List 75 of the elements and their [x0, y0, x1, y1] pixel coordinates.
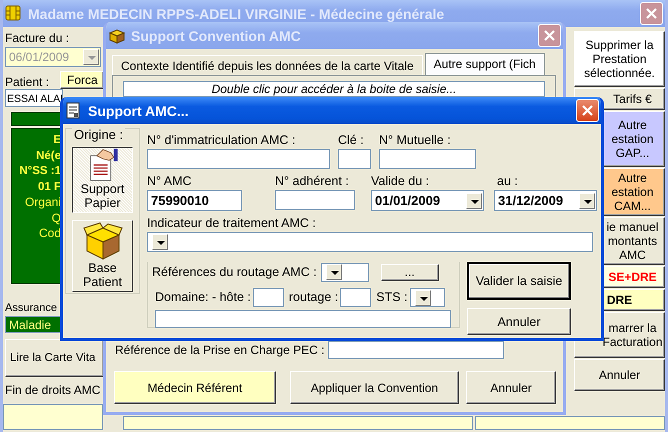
- card-text: Q: [50, 210, 61, 226]
- input-field[interactable]: [328, 341, 504, 359]
- action-button[interactable]: Supprimer la Prestation sélectionnée.: [574, 31, 665, 87]
- input-field[interactable]: [275, 190, 355, 210]
- force-button[interactable]: Forca: [60, 71, 104, 89]
- window-title: Support AMC...: [88, 102, 190, 118]
- input-field[interactable]: [252, 288, 284, 307]
- card-text: Cod: [38, 226, 61, 242]
- dropdown-button[interactable]: [579, 192, 595, 208]
- input-field[interactable]: [147, 149, 330, 169]
- origin-button[interactable]: Support Papier: [72, 147, 133, 213]
- dropdown-button[interactable]: [466, 192, 482, 208]
- field-label: N° AMC: [147, 174, 193, 190]
- input-field[interactable]: 75990010: [147, 190, 242, 211]
- card-text: N°SS :1: [18, 164, 61, 179]
- chip-icon: [5, 5, 23, 22]
- input-field[interactable]: [155, 310, 451, 328]
- close-button[interactable]: [576, 99, 599, 122]
- dropdown-field[interactable]: [320, 262, 369, 282]
- card-text: Né(e: [35, 148, 61, 164]
- field-label: Facture du :: [5, 31, 70, 45]
- field-label: au :: [496, 174, 519, 190]
- input-field[interactable]: [3, 404, 103, 430]
- field-label: N° adhérent :: [275, 174, 350, 190]
- dialog-button[interactable]: Appliquer la Convention: [290, 371, 460, 404]
- date-dropdown[interactable]: 31/12/2009: [494, 190, 597, 211]
- field-label: Fin de droits AMC: [5, 383, 100, 397]
- field-label: Référence de la Prise en Charge PEC :: [115, 343, 324, 357]
- close-icon: [582, 105, 593, 116]
- dialog-button[interactable]: Médecin Référent: [114, 371, 276, 404]
- dialog-button[interactable]: Annuler: [466, 371, 556, 404]
- card-text: Organi: [24, 195, 61, 210]
- patient-field[interactable]: ESSAI ALAI: [5, 89, 63, 107]
- dialog-button[interactable]: Valider la saisie: [467, 262, 571, 300]
- tab[interactable]: Autre support (Fich: [424, 53, 545, 75]
- field-label: Domaine: - hôte :: [155, 290, 251, 306]
- field-label: STS :: [376, 290, 408, 306]
- dropdown-button[interactable]: [414, 290, 430, 306]
- action-button[interactable]: Annuler: [574, 359, 665, 391]
- input-field[interactable]: [123, 416, 473, 430]
- box-icon: [82, 221, 122, 261]
- field-label: Valide du :: [371, 174, 430, 190]
- field-label: routage :: [288, 290, 338, 306]
- date-dropdown[interactable]: 01/01/2009: [371, 190, 484, 211]
- dialog-button[interactable]: Annuler: [467, 308, 571, 335]
- card-text: E: [52, 133, 61, 148]
- dropdown-field[interactable]: [147, 232, 593, 252]
- input-field[interactable]: [379, 149, 476, 169]
- window-title: Support Convention AMC: [131, 28, 302, 44]
- field-label: Patient :: [5, 75, 50, 89]
- input-field[interactable]: [340, 288, 372, 307]
- close-button[interactable]: [538, 24, 561, 47]
- field-label: N° d'immatriculation AMC :: [147, 133, 296, 149]
- dropdown-button[interactable]: [326, 264, 342, 280]
- close-icon: [646, 8, 657, 19]
- insurance-field[interactable]: Maladie: [5, 316, 61, 333]
- origin-button[interactable]: Base Patient: [72, 220, 133, 292]
- input-field[interactable]: [338, 149, 371, 169]
- field-label: Assurance: [5, 302, 57, 314]
- tab[interactable]: Contexte Identifié depuis les données de la carte Vitale: [112, 55, 423, 75]
- more-button[interactable]: ...: [380, 264, 439, 280]
- field-label: N° Mutuelle :: [379, 133, 452, 149]
- group-label: Origine :: [72, 127, 126, 142]
- input-field[interactable]: Double clic pour accéder à la boite de saisie...: [123, 81, 545, 97]
- window-title: Madame MEDECIN RPPS-ADELI VIRGINIE - Médecine générale: [28, 6, 446, 22]
- dropdown-button[interactable]: [152, 234, 168, 250]
- status-bar: [11, 112, 63, 126]
- close-icon: [544, 30, 555, 41]
- close-button[interactable]: [640, 2, 663, 25]
- read-card-button[interactable]: Lire la Carte Vita: [5, 339, 104, 377]
- dropdown-field[interactable]: [410, 288, 444, 307]
- field-label: Indicateur de traitement AMC :: [147, 216, 317, 232]
- box-icon: [108, 27, 126, 44]
- input-field[interactable]: [475, 416, 665, 430]
- field-label: Clé :: [338, 133, 365, 149]
